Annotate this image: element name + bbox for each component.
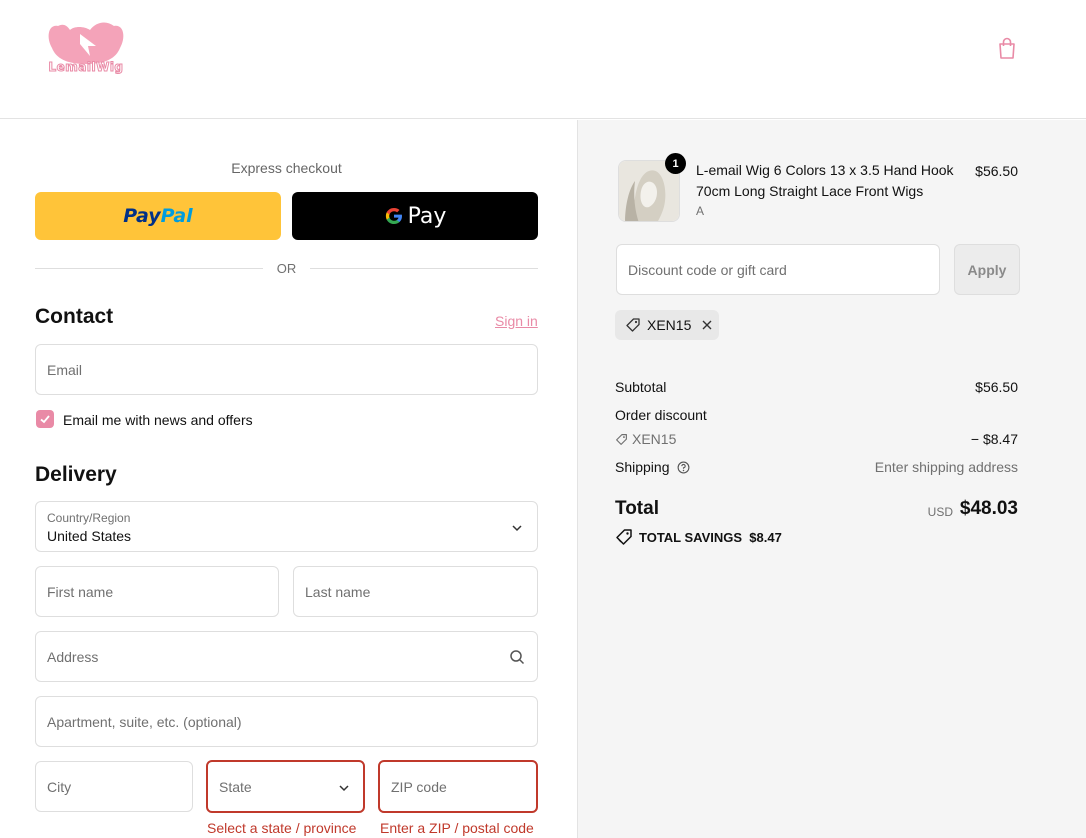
search-icon xyxy=(510,649,525,664)
google-g-icon xyxy=(385,208,402,224)
discount-value: − $8.47 xyxy=(970,431,1018,447)
apartment-placeholder: Apartment, suite, etc. (optional) xyxy=(47,713,242,730)
zip-placeholder: ZIP code xyxy=(391,778,447,795)
or-text: OR xyxy=(276,261,297,276)
checkout-form: Express checkout PayPal Pay OR Contact S… xyxy=(0,120,577,838)
quantity-badge: 1 xyxy=(665,153,686,174)
product-price: $56.50 xyxy=(975,163,1018,179)
savings-label: TOTAL SAVINGS xyxy=(639,529,743,545)
state-placeholder: State xyxy=(219,778,252,795)
chevron-down-icon xyxy=(339,785,349,792)
applied-discount-chip: XEN15 xyxy=(615,310,719,340)
discount-code-text: XEN15 xyxy=(632,431,677,447)
product-title: L-email Wig 6 Colors 13 x 3.5 Hand Hook … xyxy=(696,162,954,199)
contact-title: Contact xyxy=(35,305,114,328)
discount-code-input[interactable]: Discount code or gift card xyxy=(616,244,940,295)
newsletter-label: Email me with news and offers xyxy=(63,412,253,428)
chevron-down-icon xyxy=(512,525,522,532)
delivery-title: Delivery xyxy=(35,463,117,486)
email-field[interactable]: Email xyxy=(35,344,538,395)
total-label: Total xyxy=(615,498,659,519)
shipping-label: Shipping xyxy=(615,459,670,475)
currency-label: USD xyxy=(927,505,953,519)
country-value: United States xyxy=(47,528,132,544)
newsletter-checkbox[interactable] xyxy=(36,410,54,428)
apply-discount-button[interactable]: Apply xyxy=(954,244,1020,295)
total-savings: TOTAL SAVINGS $8.47 xyxy=(615,528,782,546)
apartment-field[interactable]: Apartment, suite, etc. (optional) xyxy=(35,696,538,747)
google-pay-button[interactable]: Pay xyxy=(292,192,538,240)
tag-icon xyxy=(616,434,627,445)
shopping-bag-icon[interactable] xyxy=(996,36,1018,60)
order-summary: 1 L-email Wig 6 Colors 13 x 3.5 Hand Hoo… xyxy=(577,120,1086,838)
paypal-button[interactable]: PayPal xyxy=(35,192,281,240)
tag-icon xyxy=(616,529,632,545)
zip-error: Enter a ZIP / postal code xyxy=(380,820,534,836)
address-placeholder: Address xyxy=(47,648,99,665)
state-select[interactable]: State xyxy=(206,760,365,813)
paypal-logo: PayPal xyxy=(123,205,193,227)
shipping-row: Shipping xyxy=(615,459,690,475)
state-error: Select a state / province xyxy=(207,820,357,836)
product-variant: A xyxy=(696,204,705,218)
check-icon xyxy=(40,415,50,424)
applied-code: XEN15 xyxy=(647,317,692,333)
address-field[interactable]: Address xyxy=(35,631,538,682)
city-placeholder: City xyxy=(47,778,72,795)
first-name-placeholder: First name xyxy=(47,583,114,600)
discount-placeholder: Discount code or gift card xyxy=(628,261,787,278)
subtotal-value: $56.50 xyxy=(975,379,1018,395)
express-checkout-label: Express checkout xyxy=(231,160,342,176)
country-label: Country/Region xyxy=(47,511,131,525)
help-icon[interactable] xyxy=(677,461,690,474)
logo-text: LemailWig xyxy=(48,60,124,75)
last-name-placeholder: Last name xyxy=(305,583,371,600)
shipping-value: Enter shipping address xyxy=(874,459,1018,475)
tag-icon xyxy=(626,318,640,332)
zip-field[interactable]: ZIP code xyxy=(378,760,538,813)
total-value: $48.03 xyxy=(959,498,1018,519)
site-header: LemailWig xyxy=(0,0,1086,119)
sign-in-link[interactable]: Sign in xyxy=(495,313,538,329)
discount-code-row: XEN15 xyxy=(615,431,676,447)
order-discount-label: Order discount xyxy=(615,407,707,423)
city-field[interactable]: City xyxy=(35,761,193,812)
savings-value: $8.47 xyxy=(749,529,782,545)
country-select[interactable]: Country/Region United States xyxy=(35,501,538,552)
subtotal-label: Subtotal xyxy=(615,379,667,395)
last-name-field[interactable]: Last name xyxy=(293,566,538,617)
first-name-field[interactable]: First name xyxy=(35,566,279,617)
close-icon[interactable] xyxy=(701,319,713,331)
google-pay-label: Pay xyxy=(407,203,447,229)
email-placeholder: Email xyxy=(47,361,83,378)
